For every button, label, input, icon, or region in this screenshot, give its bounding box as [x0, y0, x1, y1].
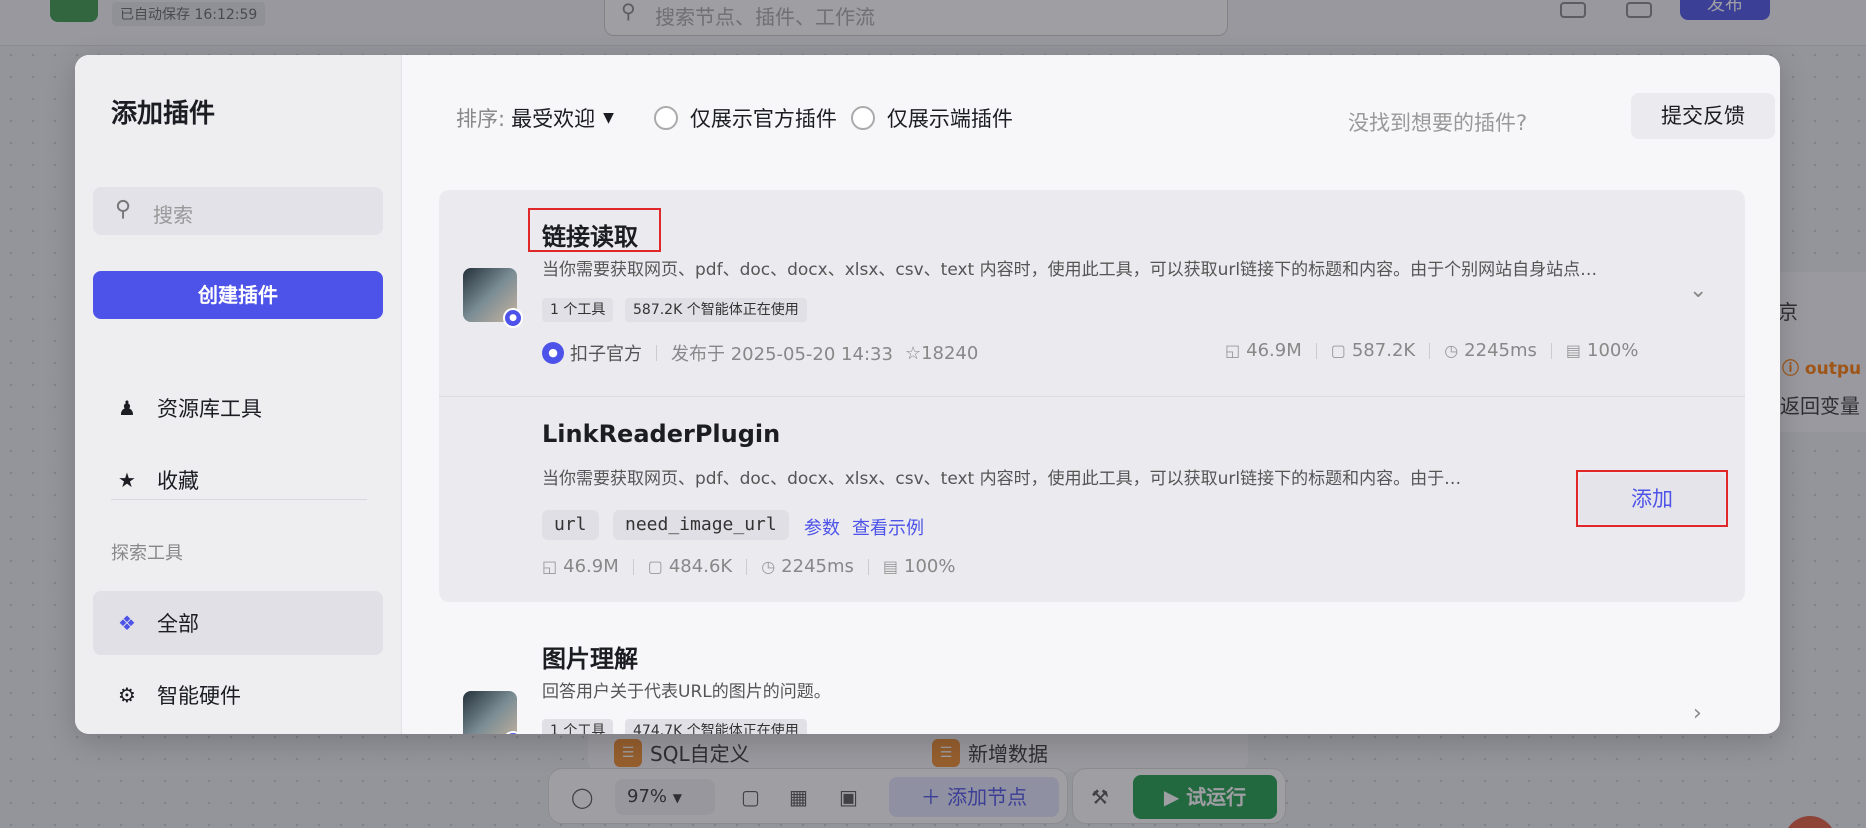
sidebar-item-label: 全部 — [157, 612, 199, 636]
calls-icon: ◱ — [542, 557, 558, 576]
star-count: 18240 — [921, 342, 979, 364]
latency-stat: 2245ms — [1464, 340, 1537, 361]
sidebar-item-smart-hardware[interactable]: ⚙ 智能硬件 — [93, 663, 383, 727]
dialog-title: 添加插件 — [111, 99, 216, 129]
caret-down-icon[interactable]: ▼ — [603, 110, 614, 126]
plugin-thumbnail: ● — [463, 691, 523, 734]
sidebar-item-label: 资源库工具 — [157, 397, 262, 421]
not-found-text: 没找到想要的插件? — [1348, 111, 1528, 135]
filter-bar: 排序: 最受欢迎 ▼ 仅展示官方插件 仅展示端插件 — [456, 103, 1013, 133]
tool-count-tag: 1 个工具 — [542, 298, 614, 322]
star-icon[interactable]: ☆ — [905, 343, 921, 364]
separator — [746, 558, 748, 575]
card-divider — [439, 396, 1745, 397]
params-link[interactable]: 参数 — [804, 514, 840, 540]
latency-stat: 2245ms — [781, 556, 854, 577]
param-chip: url — [542, 510, 599, 540]
submit-feedback-button[interactable]: 提交反馈 — [1631, 93, 1775, 139]
device-only-radio[interactable] — [850, 106, 875, 130]
clock-icon: ◷ — [1444, 341, 1459, 360]
clock-icon: ◷ — [761, 557, 776, 576]
sidebar-item-favorites[interactable]: ★ 收藏 — [93, 448, 383, 512]
success-rate-icon: ▤ — [882, 557, 899, 576]
chip-icon: ⚙ — [118, 683, 136, 707]
official-badge-icon: ● — [503, 731, 523, 734]
grid-icon: ❖ — [118, 611, 136, 635]
calls-stat: 46.9M — [563, 556, 619, 577]
star-icon: ★ — [118, 468, 136, 492]
sidebar-item-label: 智能硬件 — [157, 684, 241, 708]
sidebar-item-all[interactable]: ❖ 全部 — [93, 591, 383, 655]
sidebar-item-library-tools[interactable]: ♟ 资源库工具 — [93, 376, 383, 440]
calls-stat: 46.9M — [1246, 340, 1302, 361]
plugin-meta: ● 扣子官方 发布于 2025-05-20 14:33 ☆ 18240 — [542, 340, 978, 366]
plugin-name[interactable]: 图片理解 — [542, 639, 638, 674]
official-badge-icon: ● — [503, 308, 523, 328]
plugin-description: 当你需要获取网页、pdf、doc、docx、xlsx、csv、text 内容时，… — [542, 260, 1598, 280]
param-chip: need_image_url — [613, 510, 789, 540]
sidebar-item-label: 收藏 — [157, 469, 199, 493]
add-plugin-dialog: 添加插件 ⚲ 搜索 创建插件 ♟ 资源库工具 ★ 收藏 探索工具 ❖ 全部 ⚙ … — [75, 55, 1780, 734]
separator — [1429, 342, 1431, 359]
separator — [632, 558, 634, 575]
sort-label: 排序: — [456, 107, 506, 131]
author-icon: ● — [542, 342, 564, 364]
bot-icon: ▢ — [1330, 341, 1346, 360]
author-name: 扣子官方 — [570, 344, 642, 365]
plugin-sidebar: 添加插件 ⚲ 搜索 创建插件 ♟ 资源库工具 ★ 收藏 探索工具 ❖ 全部 ⚙ … — [75, 55, 402, 734]
separator — [1550, 342, 1552, 359]
users-icon: ♟ — [118, 396, 136, 420]
separator — [1315, 342, 1317, 359]
plugin-thumbnail: ● — [463, 268, 523, 328]
calls-icon: ◱ — [1225, 341, 1241, 360]
official-only-radio[interactable] — [653, 106, 678, 130]
tool-description: 当你需要获取网页、pdf、doc、docx、xlsx、csv、text 内容时，… — [542, 469, 1462, 489]
publish-date: 发布于 2025-05-20 14:33 — [671, 344, 893, 365]
plugin-main: 排序: 最受欢迎 ▼ 仅展示官方插件 仅展示端插件 没找到想要的插件? 提交反馈… — [403, 55, 1780, 734]
success-stat: 100% — [1587, 340, 1639, 361]
highlight-box-plugin-name — [528, 208, 661, 252]
device-only-label[interactable]: 仅展示端插件 — [887, 103, 1013, 133]
sort-select[interactable]: 最受欢迎 — [511, 103, 595, 133]
plugin-search-input[interactable]: ⚲ 搜索 — [93, 187, 383, 235]
search-placeholder: 搜索 — [153, 203, 193, 227]
search-icon: ⚲ — [115, 197, 132, 222]
separator — [656, 345, 657, 361]
success-stat: 100% — [904, 556, 956, 577]
bot-icon: ▢ — [647, 557, 663, 576]
tool-name: LinkReaderPlugin — [542, 420, 781, 448]
tool-count-tag: 1 个工具 — [542, 719, 614, 734]
official-only-label[interactable]: 仅展示官方插件 — [690, 103, 837, 133]
success-rate-icon: ▤ — [1565, 341, 1582, 360]
separator — [867, 558, 869, 575]
sidebar-divider — [111, 499, 367, 500]
usage-tag: 587.2K 个智能体正在使用 — [625, 298, 807, 322]
plugin-description: 回答用户关于代表URL的图片的问题。 — [542, 682, 831, 702]
tool-stats: ◱ 46.9M ▢ 484.6K ◷ 2245ms ▤ 100% — [542, 556, 956, 577]
chevron-down-icon[interactable]: ⌄ — [1689, 278, 1707, 303]
highlight-box-add-button — [1576, 470, 1728, 527]
bots-stat: 484.6K — [668, 556, 733, 577]
view-example-link[interactable]: 查看示例 — [852, 514, 924, 540]
usage-tag: 474.7K 个智能体正在使用 — [625, 719, 807, 734]
explore-section-label: 探索工具 — [111, 543, 183, 564]
chevron-right-icon[interactable]: › — [1693, 701, 1702, 726]
bots-stat: 587.2K — [1351, 340, 1416, 361]
plugin-stats: ◱ 46.9M ▢ 587.2K ◷ 2245ms ▤ 100% — [1225, 340, 1639, 361]
plugin-card-expanded: ● 链接读取 当你需要获取网页、pdf、doc、docx、xlsx、csv、te… — [439, 190, 1745, 602]
create-plugin-button[interactable]: 创建插件 — [93, 271, 383, 319]
